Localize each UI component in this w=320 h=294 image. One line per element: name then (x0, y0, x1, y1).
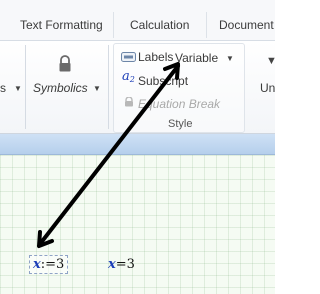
ribbon-cut-item-left[interactable]: s (0, 81, 6, 95)
equation-break-icon (125, 97, 133, 107)
dropdown-arrow-icon[interactable]: ▼ (93, 84, 101, 93)
tab-calculation[interactable]: Calculation (130, 18, 189, 32)
ribbon-tab-strip: Text Formatting Calculation Document (0, 0, 275, 41)
math-region-definition[interactable]: x:=3 (29, 255, 69, 274)
region-value: 3 (126, 257, 135, 272)
ribbon-panel: s ▼ Symbolics ▼ Labels Variable ▼ a2 Sub… (0, 41, 277, 134)
dropdown-arrow-icon[interactable]: ▼ (266, 55, 277, 67)
tab-separator (113, 12, 114, 38)
group-separator (108, 45, 109, 129)
tab-text-formatting[interactable]: Text Formatting (20, 18, 103, 32)
tab-document[interactable]: Document (219, 18, 274, 32)
style-group-title: Style (168, 118, 193, 130)
region-variable: x (108, 257, 116, 272)
dropdown-arrow-icon[interactable]: ▼ (14, 84, 22, 93)
subscript-icon: a2 (122, 69, 135, 84)
lock-icon (59, 55, 71, 72)
region-operator: := (40, 257, 57, 272)
group-separator (25, 45, 26, 129)
symbolics-button[interactable]: Symbolics (33, 81, 88, 95)
subscript-button[interactable]: Subscript (138, 74, 188, 88)
region-variable: x (33, 257, 41, 272)
style-group: Labels Variable ▼ a2 Subscript Equation … (113, 43, 245, 133)
equation-break-button[interactable]: Equation Break (138, 97, 220, 111)
labels-icon (121, 52, 136, 62)
math-region-evaluation[interactable]: x=3 (108, 257, 135, 272)
tab-separator (206, 12, 207, 38)
labels-combo-value: Variable (175, 51, 219, 65)
labels-variable-combo[interactable]: Variable ▼ (171, 49, 239, 69)
labels-label: Labels (138, 50, 174, 64)
dropdown-arrow-icon[interactable]: ▼ (226, 54, 234, 63)
region-value: 3 (56, 257, 65, 272)
worksheet-area[interactable]: x:=3 x=3 (0, 155, 275, 294)
ribbon-bottom-bar (0, 134, 275, 155)
region-operator: = (115, 257, 127, 272)
ribbon-cut-item-right[interactable]: Un (260, 81, 275, 95)
